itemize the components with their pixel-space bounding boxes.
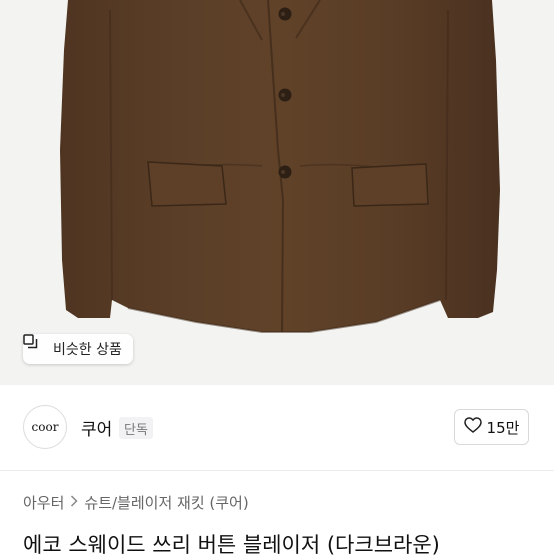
seller-avatar[interactable]: coor [23, 405, 67, 449]
jacket-illustration [60, 0, 500, 333]
copy-icon [23, 334, 48, 357]
like-count: 15만 [486, 418, 520, 437]
exclusive-badge: 단독 [119, 417, 153, 439]
heart-icon [463, 417, 482, 437]
seller-avatar-text: coor [31, 420, 59, 434]
breadcrumb: 아우터 슈트/블레이저 재킷 (쿠어) [23, 492, 249, 513]
breadcrumb-item-outer[interactable]: 아우터 [23, 492, 64, 513]
similar-products-label: 비슷한 상품 [53, 342, 122, 358]
product-image[interactable]: 비슷한 상품 [0, 0, 554, 385]
similar-products-button[interactable]: 비슷한 상품 [23, 334, 133, 364]
seller-row: coor 쿠어 단독 15만 [0, 385, 554, 471]
like-button[interactable]: 15만 [454, 409, 529, 445]
breadcrumb-item-category[interactable]: 슈트/블레이저 재킷 (쿠어) [84, 492, 248, 513]
chevron-right-icon [70, 494, 78, 511]
product-title: 에코 스웨이드 쓰리 버튼 블레이저 (다크브라운) [23, 533, 440, 557]
seller-name[interactable]: 쿠어 [81, 415, 112, 440]
